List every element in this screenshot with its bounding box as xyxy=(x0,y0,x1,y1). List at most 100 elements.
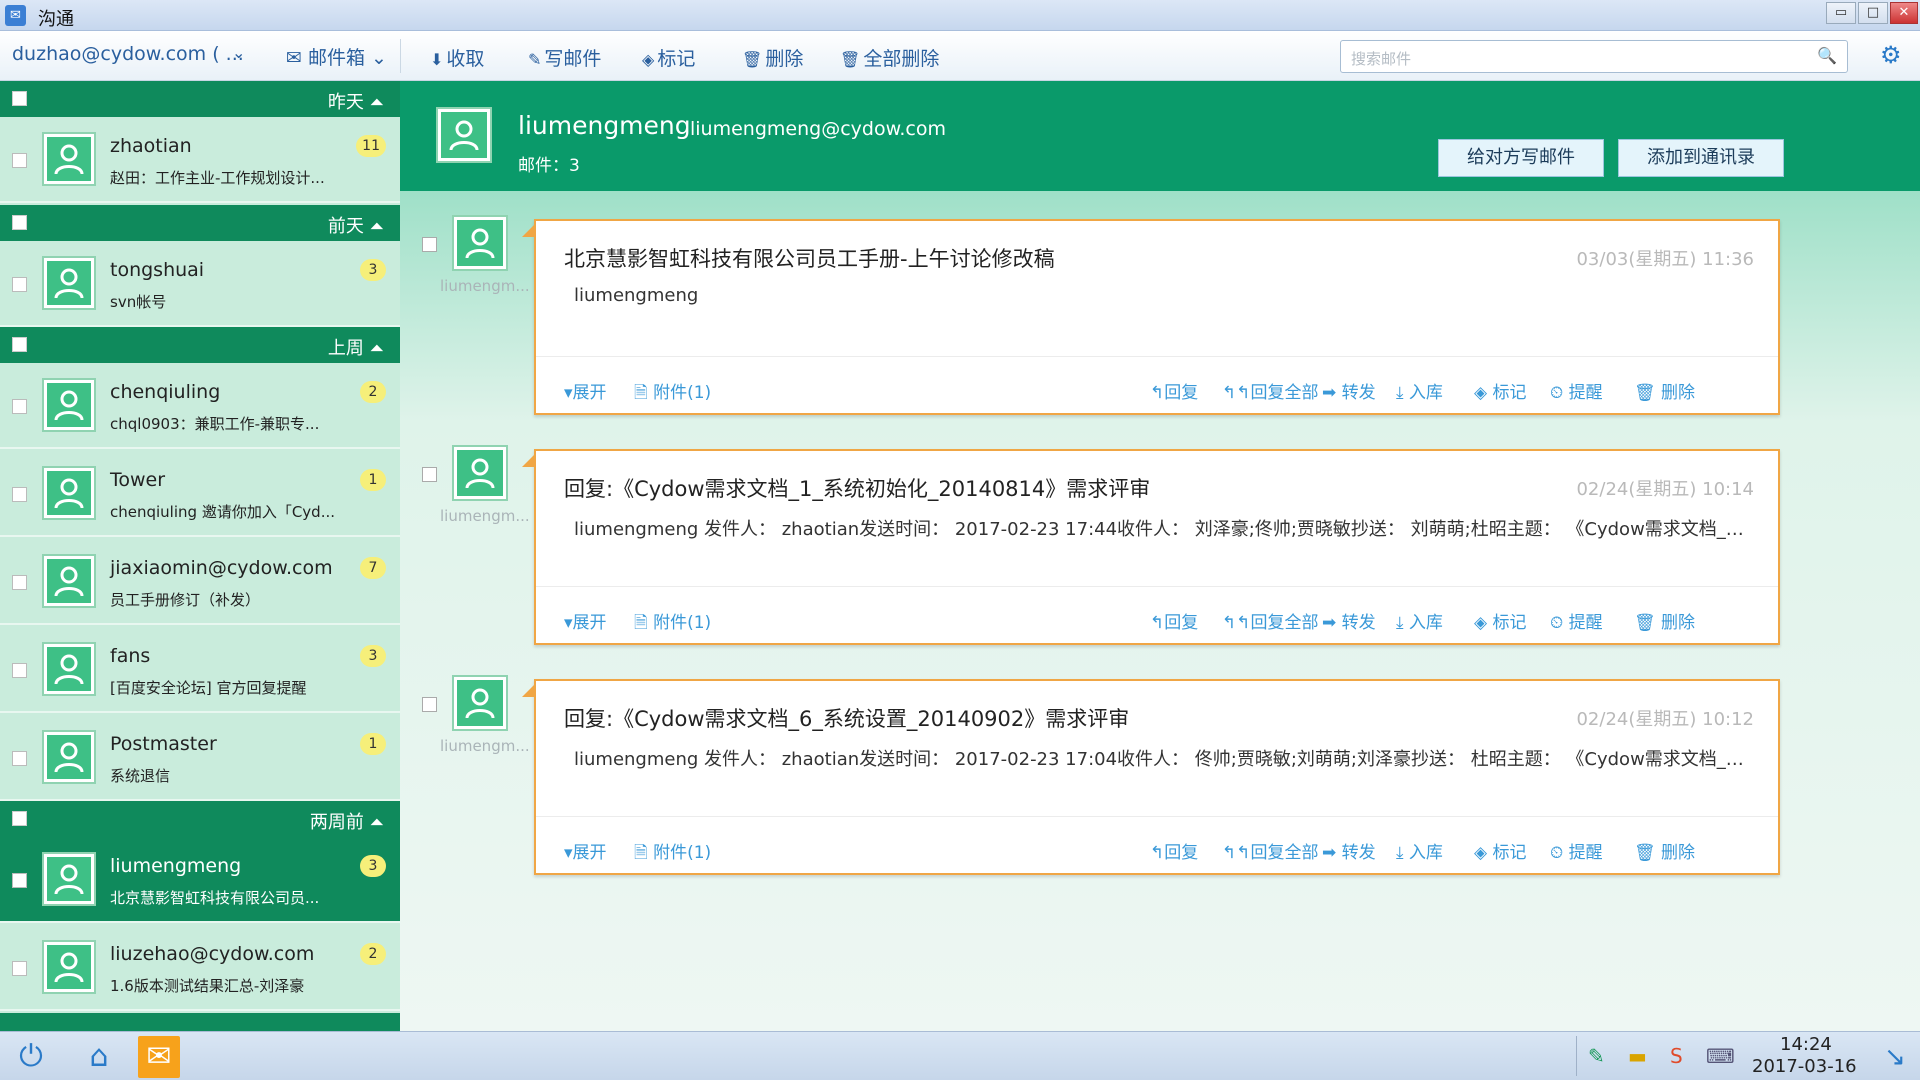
reply-all-button[interactable]: ↰↰回复全部 xyxy=(1222,608,1319,633)
mail-checkbox[interactable] xyxy=(422,467,437,482)
tag-icon: ◈ xyxy=(642,50,655,69)
forward-button[interactable]: ➡ 转发 xyxy=(1322,608,1376,633)
mark-button[interactable]: ◈ 标记 xyxy=(1474,378,1526,403)
conversation-item[interactable]: chenqiuling chql0903：兼职工作-兼职专... 2 xyxy=(0,363,400,449)
conversation-checkbox[interactable] xyxy=(12,487,27,502)
group-header-last-week[interactable]: 上周 ⏶ xyxy=(0,327,400,363)
write-to-contact-button[interactable]: 给对方写邮件 xyxy=(1438,139,1604,177)
remind-button[interactable]: ⏲ 提醒 xyxy=(1550,608,1603,633)
reply-all-button[interactable]: ↰↰回复全部 xyxy=(1222,838,1319,863)
unread-count-badge: 3 xyxy=(360,645,386,667)
taskbar: ⏻ ⌂ ✉ ✎ ▬ S ⌨ 14:24 2017-03-16 ↘ xyxy=(0,1031,1920,1080)
gear-icon[interactable]: ⚙ xyxy=(1880,41,1902,69)
archive-button[interactable]: ⤓ 入库 xyxy=(1396,608,1443,633)
close-button[interactable]: ✕ xyxy=(1890,2,1918,24)
chat-icon[interactable]: ▬ xyxy=(1628,1044,1647,1068)
conversation-checkbox[interactable] xyxy=(12,153,27,168)
unread-count-badge: 2 xyxy=(360,381,386,403)
tray-divider xyxy=(1576,1036,1577,1076)
mail-preview: liumengmeng 发件人： zhaotian发送时间： 2017-02-2… xyxy=(574,519,1754,540)
delete-button[interactable]: 🗑 删除 xyxy=(1634,608,1695,633)
conversation-checkbox[interactable] xyxy=(12,575,27,590)
conversation-checkbox[interactable] xyxy=(12,751,27,766)
person-icon xyxy=(54,654,84,685)
maximize-button[interactable]: □ xyxy=(1858,2,1888,24)
mail-card[interactable]: 北京慧影智虹科技有限公司员工手册-上午讨论修改稿 03/03(星期五) 11:3… xyxy=(522,219,1780,415)
account-selector[interactable]: duzhao@cydow.com ( ... xyxy=(12,43,244,65)
mail-subject[interactable]: 回复:《Cydow需求文档_1_系统初始化_20140814》需求评审 xyxy=(564,473,1150,503)
mail-subject[interactable]: 北京慧影智虹科技有限公司员工手册-上午讨论修改稿 xyxy=(564,243,1055,273)
mail-card[interactable]: 回复:《Cydow需求文档_1_系统初始化_20140814》需求评审 02/2… xyxy=(522,449,1780,645)
chevron-down-icon[interactable]: ⌄ xyxy=(232,43,245,62)
attachment-link[interactable]: 🗎 附件(1) xyxy=(634,838,711,869)
note-icon[interactable]: ✎ xyxy=(1588,1044,1605,1068)
delete-button[interactable]: 🗑 删除 xyxy=(742,44,803,71)
attachment-link[interactable]: 🗎 附件(1) xyxy=(634,378,711,409)
avatar xyxy=(42,132,96,186)
group-checkbox[interactable] xyxy=(12,215,27,230)
mail-card[interactable]: 回复:《Cydow需求文档_6_系统设置_20140902》需求评审 02/24… xyxy=(522,679,1780,875)
compose-button[interactable]: ✎ 写邮件 xyxy=(528,44,601,71)
keyboard-icon[interactable]: ⌨ xyxy=(1706,1044,1735,1068)
archive-button[interactable]: ⤓ 入库 xyxy=(1396,378,1443,403)
conversation-checkbox[interactable] xyxy=(12,961,27,976)
conversation-checkbox[interactable] xyxy=(12,277,27,292)
add-to-contacts-button[interactable]: 添加到通讯录 xyxy=(1618,139,1784,177)
input-method-icon[interactable]: S xyxy=(1670,1044,1683,1068)
receive-button[interactable]: ⬇ 收取 xyxy=(430,44,484,71)
reply-button[interactable]: ↰回复 xyxy=(1150,608,1198,633)
remind-button[interactable]: ⏲ 提醒 xyxy=(1550,378,1603,403)
remind-button[interactable]: ⏲ 提醒 xyxy=(1550,838,1603,863)
group-checkbox[interactable] xyxy=(12,91,27,106)
group-header-two-weeks-ago[interactable]: 两周前 ⏶ xyxy=(0,801,400,837)
minimize-button[interactable]: ▭ xyxy=(1826,2,1856,24)
conversation-checkbox[interactable] xyxy=(12,399,27,414)
search-input[interactable]: 搜索邮件 🔍 xyxy=(1340,40,1848,73)
forward-button[interactable]: ➡ 转发 xyxy=(1322,378,1376,403)
conversation-item[interactable]: jiaxiaomin@cydow.com 员工手册修订（补发） 7 xyxy=(0,539,400,625)
delete-all-button[interactable]: 🗑 全部删除 xyxy=(840,44,939,71)
group-header-yesterday[interactable]: 昨天 ⏶ xyxy=(0,81,400,117)
mail-subject[interactable]: 回复:《Cydow需求文档_6_系统设置_20140902》需求评审 xyxy=(564,703,1129,733)
conversation-checkbox[interactable] xyxy=(12,873,27,888)
delete-button[interactable]: 🗑 删除 xyxy=(1634,378,1695,403)
show-desktop-arrow-icon[interactable]: ↘ xyxy=(1874,1036,1916,1078)
expand-button[interactable]: ▾展开 xyxy=(564,838,607,863)
delete-button[interactable]: 🗑 删除 xyxy=(1634,838,1695,863)
reply-all-button[interactable]: ↰↰回复全部 xyxy=(1222,378,1319,403)
conversation-name: tongshuai xyxy=(110,259,205,281)
mail-checkbox[interactable] xyxy=(422,697,437,712)
person-icon xyxy=(465,458,495,489)
reply-button[interactable]: ↰回复 xyxy=(1150,378,1198,403)
conversation-name: liuzehao@cydow.com xyxy=(110,943,315,965)
group-checkbox[interactable] xyxy=(12,337,27,352)
forward-button[interactable]: ➡ 转发 xyxy=(1322,838,1376,863)
conversation-item[interactable]: fans [百度安全论坛] 官方回复提醒 3 xyxy=(0,627,400,713)
conversation-item-selected[interactable]: liumengmeng 北京慧影智虹科技有限公司员... 3 xyxy=(0,837,400,923)
mail-app-icon[interactable]: ✉ xyxy=(138,1036,180,1078)
sender-label: liumengm... xyxy=(440,737,530,755)
mailbox-dropdown[interactable]: ✉ 邮件箱 ⌄ xyxy=(286,43,387,70)
group-header-day-before[interactable]: 前天 ⏶ xyxy=(0,205,400,241)
mailbox-label: 邮件箱 xyxy=(307,47,365,69)
attachment-link[interactable]: 🗎 附件(1) xyxy=(634,608,711,639)
conversation-item[interactable]: liuzehao@cydow.com 1.6版本测试结果汇总-刘泽豪 2 xyxy=(0,925,400,1011)
reply-button[interactable]: ↰回复 xyxy=(1150,838,1198,863)
conversation-item[interactable]: zhaotian 赵田：工作主业-工作规划设计... 11 xyxy=(0,117,400,203)
conversation-checkbox[interactable] xyxy=(12,663,27,678)
conversation-item[interactable]: tongshuai svn帐号 3 xyxy=(0,241,400,327)
mark-button[interactable]: ◈ 标记 xyxy=(1474,608,1526,633)
expand-button[interactable]: ▾展开 xyxy=(564,608,607,633)
conversation-item[interactable]: Postmaster 系统退信 1 xyxy=(0,715,400,801)
power-icon[interactable]: ⏻ xyxy=(10,1036,52,1078)
expand-button[interactable]: ▾展开 xyxy=(564,378,607,403)
divider xyxy=(536,586,1778,587)
mark-button[interactable]: ◈ 标记 xyxy=(642,44,695,71)
mark-button[interactable]: ◈ 标记 xyxy=(1474,838,1526,863)
archive-button[interactable]: ⤓ 入库 xyxy=(1396,838,1443,863)
conversation-item[interactable]: Tower chenqiuling 邀请你加入「Cyd... 1 xyxy=(0,451,400,537)
group-checkbox[interactable] xyxy=(12,811,27,826)
home-icon[interactable]: ⌂ xyxy=(78,1036,120,1078)
search-icon[interactable]: 🔍 xyxy=(1817,46,1837,65)
mail-checkbox[interactable] xyxy=(422,237,437,252)
